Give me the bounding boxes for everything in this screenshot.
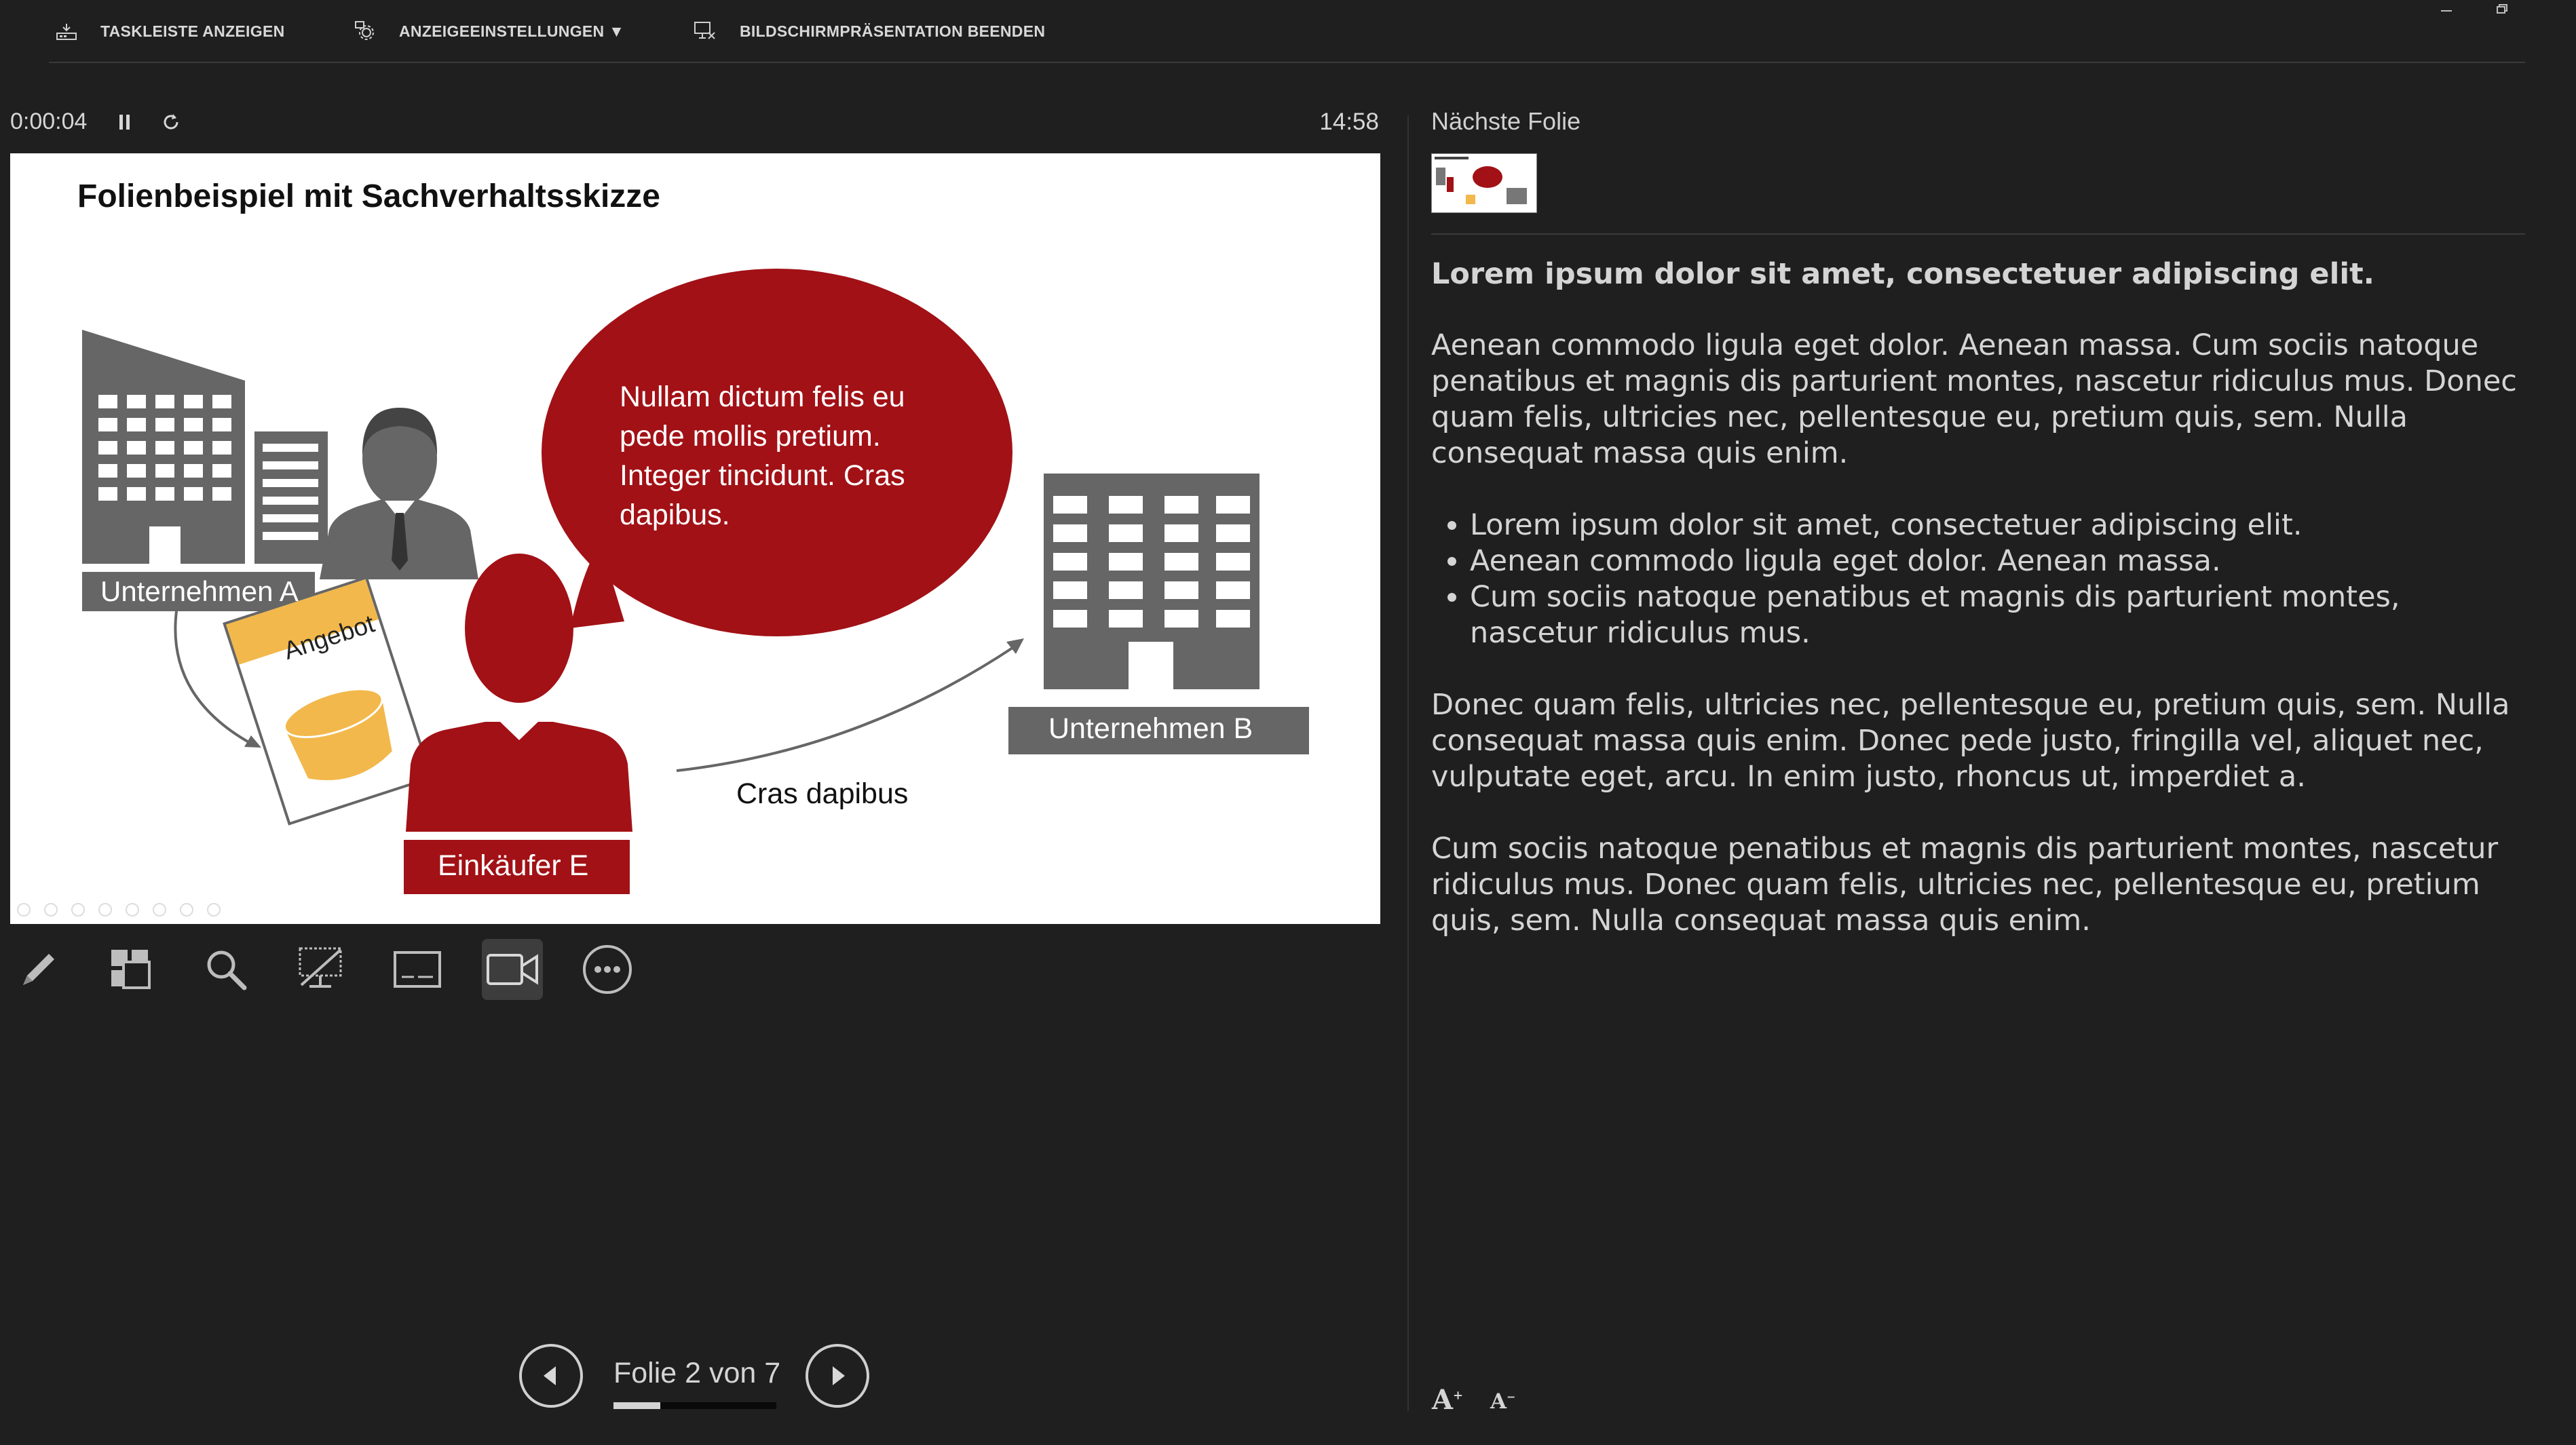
more-options-icon — [580, 942, 634, 997]
restart-timer-icon[interactable] — [160, 111, 182, 133]
all-slides-icon — [107, 946, 155, 993]
toolbar-divider — [49, 62, 2525, 63]
taskbar-icon — [56, 22, 77, 41]
notes-paragraph-3: Cum sociis natoque penatibus et magnis d… — [1431, 832, 2499, 938]
display-settings-label: ANZEIGEEINSTELLUNGEN ▼ — [399, 22, 625, 40]
slide-progress-fill — [613, 1402, 660, 1409]
next-slide-thumbnail[interactable] — [1431, 153, 1537, 213]
buyer-label: Einkäufer E — [438, 849, 589, 882]
offer-document-icon — [223, 575, 434, 826]
arrow-to-company-b — [676, 645, 1016, 772]
notes-bullet: Lorem ipsum dolor sit amet, consectetuer… — [1470, 507, 2525, 543]
speaker-notes: Lorem ipsum dolor sit amet, consectetuer… — [1431, 256, 2525, 975]
arrow-left-icon — [537, 1362, 565, 1389]
end-slideshow-label: BILDSCHIRMPRÄSENTATION BEENDEN — [740, 22, 1046, 40]
slide-mini-toolbar — [17, 903, 221, 917]
black-screen-button[interactable] — [290, 939, 352, 1000]
subtitles-button[interactable] — [387, 939, 448, 1000]
notes-bullet: Aenean commodo ligula eget dolor. Aenean… — [1470, 543, 2525, 579]
increase-font-icon: A — [1432, 1384, 1454, 1416]
notes-bullet-list: Lorem ipsum dolor sit amet, consectetuer… — [1431, 507, 2525, 651]
businessman-gray-icon — [320, 408, 478, 579]
increase-font-button[interactable]: A+ — [1432, 1384, 1463, 1416]
end-slideshow-icon — [694, 20, 717, 42]
next-slide-heading: Nächste Folie — [1431, 107, 1581, 135]
show-taskbar-label: TASKLEISTE ANZEIGEN — [100, 22, 285, 40]
notes-paragraph-1: Aenean commodo ligula eget dolor. Aenean… — [1431, 328, 2517, 470]
notes-paragraph-2: Donec quam felis, ultricies nec, pellent… — [1431, 688, 2510, 794]
black-screen-icon — [296, 944, 346, 995]
company-b-building-icon — [1044, 474, 1259, 689]
zoom-button[interactable] — [195, 939, 257, 1000]
company-b-label: Unternehmen B — [1048, 712, 1253, 745]
pause-icon[interactable] — [115, 111, 134, 133]
camera-icon — [485, 946, 539, 993]
previous-slide-button[interactable] — [519, 1344, 583, 1408]
current-slide[interactable]: Folienbeispiel mit Sachverhaltsskizze Nu… — [10, 153, 1380, 924]
pen-tool-button[interactable] — [8, 939, 69, 1000]
company-a-building-icon — [82, 330, 328, 564]
more-options-button[interactable] — [577, 939, 638, 1000]
arrow-right-icon — [824, 1362, 851, 1389]
pen-icon — [15, 946, 62, 993]
bubble-text: Nullam dictum felis eu pede mollis preti… — [620, 381, 905, 531]
notes-heading: Lorem ipsum dolor sit amet, consectetuer… — [1431, 257, 2374, 291]
decrease-font-button[interactable]: A− — [1490, 1389, 1515, 1414]
arrow-label: Cras dapibus — [736, 777, 909, 810]
subtitles-icon — [392, 944, 442, 995]
decrease-font-icon: A — [1490, 1389, 1507, 1414]
slide-progress-bar — [613, 1402, 776, 1409]
display-settings-button[interactable]: ANZEIGEEINSTELLUNGEN ▼ — [354, 12, 624, 50]
minimize-icon[interactable] — [2436, 1, 2457, 16]
end-slideshow-button[interactable]: BILDSCHIRMPRÄSENTATION BEENDEN — [694, 12, 1045, 50]
zoom-icon — [202, 946, 250, 993]
company-a-label: Unternehmen A — [100, 575, 299, 607]
slide-counter: Folie 2 von 7 — [613, 1357, 781, 1389]
show-taskbar-button[interactable]: TASKLEISTE ANZEIGEN — [56, 12, 285, 50]
display-settings-icon — [354, 20, 376, 42]
notes-bullet: Cum sociis natoque penatibus et magnis d… — [1470, 579, 2525, 651]
restore-icon[interactable] — [2492, 1, 2512, 16]
notes-divider — [1431, 233, 2525, 235]
camera-button[interactable] — [482, 939, 543, 1000]
next-slide-button[interactable] — [806, 1344, 869, 1408]
elapsed-timer: 0:00:04 — [10, 109, 88, 134]
current-time: 14:58 — [1319, 109, 1379, 135]
all-slides-button[interactable] — [100, 939, 162, 1000]
panel-divider — [1407, 115, 1409, 1411]
